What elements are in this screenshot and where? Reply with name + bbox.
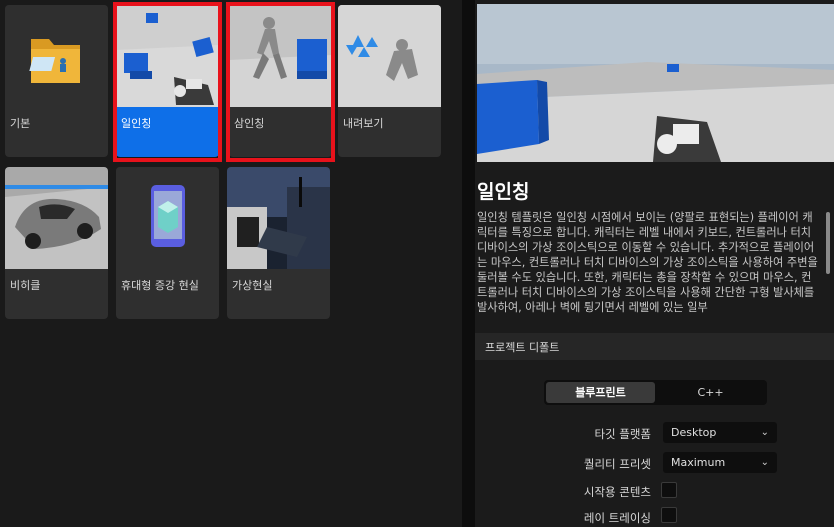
quality-preset-label: 퀄리티 프리셋	[583, 457, 651, 471]
details-panel: 일인칭 일인칭 템플릿은 일인칭 시점에서 보이는 (양팔로 표현되는) 플레이…	[475, 0, 834, 527]
starter-content-checkbox[interactable]	[661, 482, 677, 498]
starter-content-label: 시작용 콘텐츠	[583, 485, 651, 499]
highlight-box	[226, 2, 335, 162]
template-preview-image	[477, 4, 834, 162]
chevron-down-icon: ⌄	[760, 457, 769, 468]
folder-icon	[5, 5, 108, 107]
raytracing-label: 레이 트레이싱	[583, 511, 651, 525]
handheld-ar-icon	[116, 167, 219, 269]
project-defaults-header[interactable]: 프로젝트 디폴트	[475, 333, 834, 360]
chevron-down-icon: ⌄	[760, 427, 769, 438]
template-grid: 기본 일인칭 삼인칭 내려보기 비히클 휴대형 증강 현실 가상현실	[0, 0, 462, 527]
template-tile-handheld-ar[interactable]: 휴대형 증강 현실	[116, 167, 219, 319]
template-label: 휴대형 증강 현실	[121, 279, 199, 292]
template-tile-vehicle[interactable]: 비히클	[5, 167, 108, 319]
target-platform-label: 타깃 플랫폼	[594, 427, 651, 441]
target-platform-dropdown[interactable]: Desktop ⌄	[663, 422, 777, 443]
quality-preset-dropdown[interactable]: Maximum ⌄	[663, 452, 777, 473]
panel-divider[interactable]	[462, 0, 475, 527]
quality-preset-value: Maximum	[671, 456, 726, 469]
template-label: 비히클	[10, 279, 41, 292]
template-description: 일인칭 템플릿은 일인칭 시점에서 보이는 (양팔로 표현되는) 플레이어 캐릭…	[477, 211, 818, 314]
template-label: 기본	[10, 117, 31, 130]
template-label: 내려보기	[343, 117, 384, 130]
cpp-option[interactable]: C++	[656, 382, 765, 403]
template-tile-virtual-reality[interactable]: 가상현실	[227, 167, 330, 319]
highlight-box	[113, 2, 222, 162]
virtual-reality-icon	[227, 167, 330, 269]
blueprint-option[interactable]: 블루프린트	[546, 382, 655, 403]
language-toggle: 블루프린트 C++	[544, 380, 767, 405]
target-platform-value: Desktop	[671, 426, 717, 439]
top-down-icon	[338, 5, 441, 107]
template-title: 일인칭	[477, 181, 530, 203]
template-tile-top-down[interactable]: 내려보기	[338, 5, 441, 157]
template-tile-blank[interactable]: 기본	[5, 5, 108, 157]
template-label: 가상현실	[232, 279, 273, 292]
description-scrollbar[interactable]	[826, 212, 830, 274]
vehicle-icon	[5, 167, 108, 269]
raytracing-checkbox[interactable]	[661, 507, 677, 523]
